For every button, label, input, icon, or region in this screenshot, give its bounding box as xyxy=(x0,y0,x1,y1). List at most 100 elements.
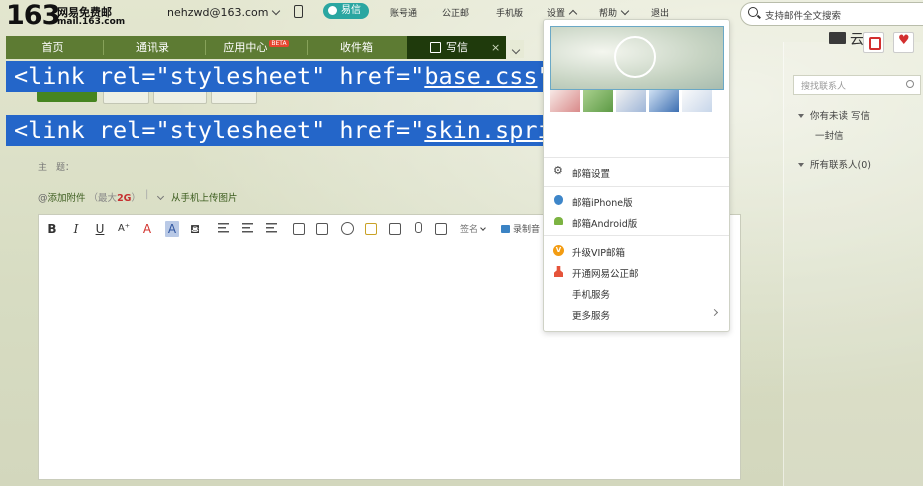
cloud-label[interactable]: 云 xyxy=(850,29,864,49)
recent-contacts-row[interactable]: 你有未读 写信 xyxy=(798,108,870,122)
settings-label: 设置 xyxy=(547,9,566,19)
search-icon xyxy=(906,80,914,88)
link-account-pass[interactable]: 账号通 xyxy=(390,6,417,19)
edit-icon xyxy=(430,42,441,53)
mobile-phone-icon[interactable] xyxy=(294,5,303,18)
gear-icon: ⚙ xyxy=(553,164,563,177)
template-icon[interactable] xyxy=(365,223,377,235)
stationery-icon[interactable] xyxy=(435,223,447,235)
stamp-icon xyxy=(554,266,563,277)
attachment-max-prefix: （最大 xyxy=(88,193,118,204)
upload-from-phone-link[interactable]: 从手机上传图片 xyxy=(156,190,238,204)
menu-divider xyxy=(544,186,729,187)
all-contacts-label: 所有联系人(0) xyxy=(810,160,871,171)
bold-button[interactable]: B xyxy=(46,221,58,237)
record-label: 录制音 xyxy=(513,225,541,235)
all-contacts-row[interactable]: 所有联系人(0) xyxy=(798,157,871,171)
main-nav: 首页 通讯录 应用中心 BETA 收件箱 写信 × xyxy=(6,36,506,59)
skin-thumbnail[interactable] xyxy=(583,90,613,112)
link-notary-mail[interactable]: 公正邮 xyxy=(442,6,469,19)
tab-compose-label: 写信 xyxy=(446,41,468,54)
nav-more-button[interactable] xyxy=(510,40,524,58)
paperclip-icon: @ xyxy=(38,193,48,204)
chevron-right-icon xyxy=(710,308,719,317)
link-help[interactable]: 帮助 xyxy=(599,6,630,19)
caret-down-icon xyxy=(798,163,804,167)
contact-search-input[interactable]: 搜找联系人 xyxy=(793,75,921,95)
background-color-button[interactable]: A xyxy=(165,221,179,237)
close-tab-button[interactable]: × xyxy=(491,36,500,59)
top-bar: 163 网易免费邮 mail.163.com nehzwd@163.com 易信… xyxy=(0,0,923,36)
attachment-max-size: 2G xyxy=(117,193,132,204)
chevron-down-icon xyxy=(511,45,521,55)
link-settings[interactable]: 设置 xyxy=(547,6,578,19)
align-icon[interactable] xyxy=(218,223,229,233)
search-icon xyxy=(748,7,758,17)
tab-home[interactable]: 首页 xyxy=(6,36,99,59)
italic-button[interactable]: I xyxy=(70,221,82,237)
chevron-down-icon xyxy=(156,192,165,201)
chevron-down-icon xyxy=(480,225,486,231)
one-letter-row[interactable]: 一封信 xyxy=(815,128,844,142)
microphone-icon[interactable] xyxy=(415,222,422,233)
tab-app-center-label: 应用中心 xyxy=(223,41,268,54)
menu-item-iphone[interactable]: 邮箱iPhone版 xyxy=(544,191,729,211)
menu-item-vip[interactable]: V 升级VIP邮箱 xyxy=(544,241,729,261)
font-color-button[interactable]: A xyxy=(141,221,153,237)
skin-thumbnail[interactable] xyxy=(550,90,580,112)
table-icon[interactable] xyxy=(389,223,401,235)
search-placeholder: 支持邮件全文搜索 xyxy=(765,11,842,22)
tab-inbox[interactable]: 收件箱 xyxy=(308,36,405,59)
menu-divider xyxy=(544,157,729,158)
tab-compose[interactable]: 写信 × xyxy=(407,36,506,59)
screenshot-icon[interactable] xyxy=(316,223,328,235)
calendar-icon[interactable] xyxy=(863,32,884,53)
attach-divider: | xyxy=(145,189,149,200)
link-logout[interactable]: 退出 xyxy=(651,6,669,19)
current-skin-preview[interactable] xyxy=(550,26,724,90)
chevron-down-icon xyxy=(620,6,630,16)
tab-app-center[interactable]: 应用中心 BETA xyxy=(206,36,306,59)
menu-item-label: 邮箱设置 xyxy=(572,169,611,180)
mail-search-input[interactable]: 支持邮件全文搜索 xyxy=(740,2,923,26)
logo-domain[interactable]: mail.163.com xyxy=(57,17,125,27)
bullet-list-icon[interactable] xyxy=(242,223,253,233)
format-brush-icon[interactable]: ⛾ xyxy=(189,221,201,237)
upload-label: 从手机上传图片 xyxy=(171,193,238,204)
add-attachment-link[interactable]: @添加附件 （最大2G） xyxy=(38,190,141,204)
yixin-label: 易信 xyxy=(341,5,361,16)
menu-item-mail-settings[interactable]: ⚙ 邮箱设置 xyxy=(544,162,729,182)
menu-item-label: 升级VIP邮箱 xyxy=(572,248,626,259)
image-icon[interactable] xyxy=(293,223,305,235)
emoji-icon[interactable] xyxy=(341,222,354,235)
underline-button[interactable]: U xyxy=(94,221,106,237)
font-size-button[interactable]: A⁺ xyxy=(116,221,132,237)
settings-dropdown: ⚙ 邮箱设置 邮箱iPhone版 邮箱Android版 V 升级VIP邮箱 开通网易… xyxy=(543,19,730,332)
indent-icon[interactable] xyxy=(266,223,277,233)
beta-badge: BETA xyxy=(269,40,289,47)
contact-search-placeholder: 搜找联系人 xyxy=(801,82,847,92)
chevron-down-icon xyxy=(272,6,281,16)
logo-number[interactable]: 163 xyxy=(6,0,60,31)
subject-label: 主 题： xyxy=(38,163,75,173)
favorites-icon[interactable] xyxy=(893,32,914,53)
menu-item-android[interactable]: 邮箱Android版 xyxy=(544,212,729,232)
record-video-button[interactable]: 录制音 xyxy=(501,222,540,235)
help-label: 帮助 xyxy=(599,9,618,19)
cloud-notes-icon[interactable] xyxy=(829,32,846,44)
code-filename: base.css xyxy=(424,62,538,90)
menu-item-mobile-service[interactable]: 手机服务 xyxy=(544,283,729,303)
tab-contacts[interactable]: 通讯录 xyxy=(104,36,201,59)
menu-item-more-services[interactable]: 更多服务 xyxy=(544,304,729,324)
recent-text: 你有未读 写信 xyxy=(810,111,871,122)
menu-item-notary-mail[interactable]: 开通网易公正邮 xyxy=(544,262,729,282)
signature-button[interactable]: 签名 xyxy=(460,222,486,235)
yixin-button[interactable]: 易信 xyxy=(323,3,369,19)
skin-thumbnail[interactable] xyxy=(616,90,646,112)
skin-thumbnail[interactable] xyxy=(682,90,712,112)
menu-item-label: 邮箱iPhone版 xyxy=(572,198,633,209)
account-menu[interactable]: nehzwd@163.com xyxy=(167,6,281,19)
link-mobile-version[interactable]: 手机版 xyxy=(496,6,523,19)
chevron-up-icon xyxy=(568,9,578,19)
skin-thumbnail[interactable] xyxy=(649,90,679,112)
